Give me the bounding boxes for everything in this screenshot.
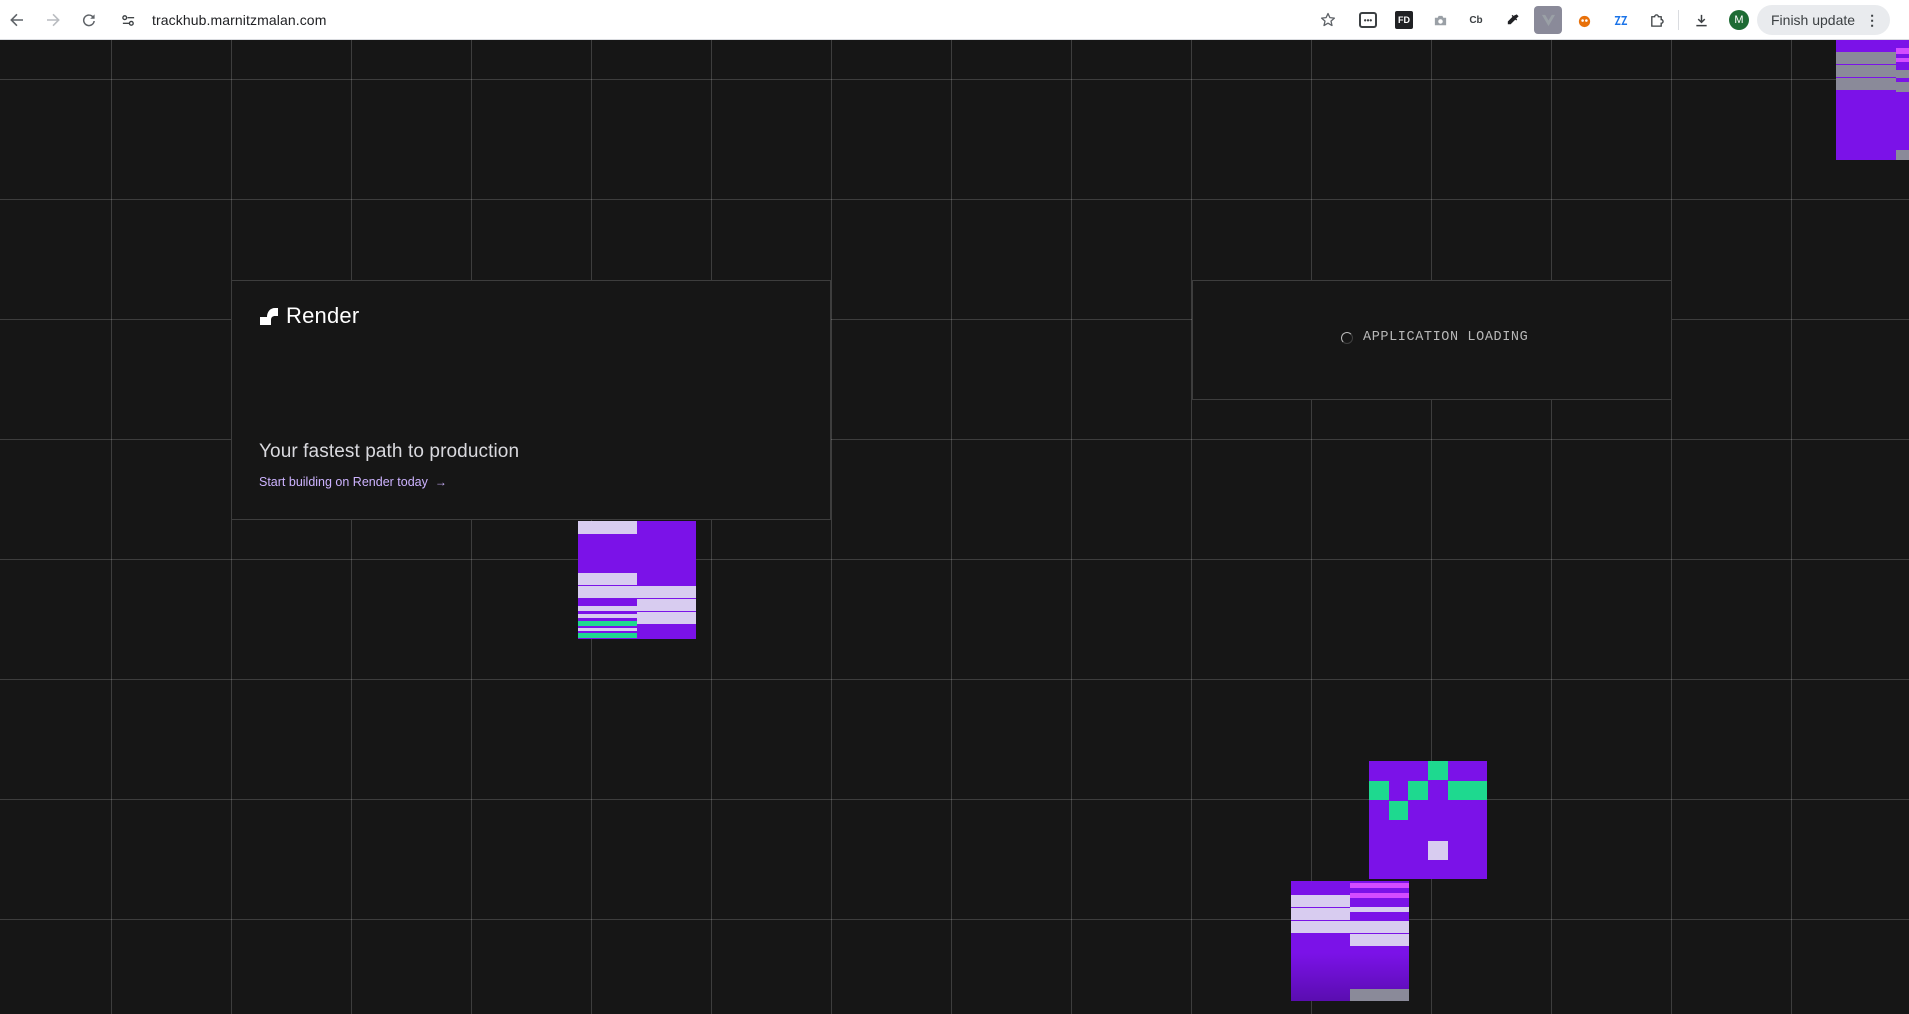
finish-update-button[interactable]: Finish update ⋮: [1757, 5, 1891, 35]
loading-indicator: APPLICATION LOADING: [1341, 330, 1528, 345]
tagline: Your fastest path to production: [259, 441, 520, 462]
back-button[interactable]: [0, 3, 34, 37]
site-info-icon[interactable]: [114, 6, 142, 34]
forward-button[interactable]: [36, 3, 70, 37]
arrow-left-icon: [10, 13, 23, 26]
pixel-tile-lower-right: [1369, 761, 1487, 879]
intro-panel: Render Your fastest path to production S…: [231, 280, 831, 520]
pixel-tile-top-right: [1836, 40, 1909, 160]
browser-toolbar: trackhub.marnitzmalan.com ••• FD Cb M Fi…: [0, 0, 1909, 40]
address-bar[interactable]: trackhub.marnitzmalan.com: [114, 4, 1344, 36]
page-background-grid: Render Your fastest path to production S…: [0, 40, 1909, 1014]
render-logo-icon: [260, 308, 278, 325]
orange-ext-icon[interactable]: [1570, 6, 1598, 34]
puzzle-extensions-icon[interactable]: [1642, 6, 1670, 34]
finish-update-label: Finish update: [1771, 12, 1856, 28]
eyedropper-ext-icon[interactable]: [1498, 6, 1526, 34]
loading-panel: APPLICATION LOADING: [1192, 280, 1672, 400]
pixel-tile-middle: [578, 521, 696, 639]
url-text: trackhub.marnitzmalan.com: [152, 12, 327, 28]
fd-ext-icon[interactable]: FD: [1395, 11, 1413, 29]
toolbar-divider: [1678, 10, 1679, 30]
cb-ext-icon[interactable]: Cb: [1462, 6, 1490, 34]
vue-ext-icon[interactable]: [1534, 6, 1562, 34]
brand[interactable]: Render: [259, 303, 359, 329]
loading-text: APPLICATION LOADING: [1363, 330, 1529, 345]
reload-button[interactable]: [72, 3, 106, 37]
pixel-tile-bottom: [1291, 881, 1409, 1001]
download-icon[interactable]: [1687, 6, 1715, 34]
cta-label: Start building on Render today: [259, 475, 428, 489]
brand-name: Render: [286, 303, 360, 328]
arrow-right-icon: [47, 13, 60, 26]
profile-avatar[interactable]: M: [1729, 10, 1749, 30]
extensions-bar: ••• FD Cb M Finish update ⋮: [1354, 4, 1891, 36]
more-menu-icon[interactable]: ⋮: [1865, 12, 1879, 29]
blue-ext-icon[interactable]: [1606, 6, 1634, 34]
reload-icon: [82, 13, 95, 26]
camera-ext-icon[interactable]: [1426, 6, 1454, 34]
spinner-icon: [1341, 331, 1353, 344]
arrow-right-icon: →: [434, 475, 447, 489]
bookmark-star-icon[interactable]: [1316, 8, 1340, 32]
start-building-link[interactable]: Start building on Render today →: [259, 475, 447, 489]
box-ext-icon[interactable]: •••: [1359, 12, 1377, 28]
